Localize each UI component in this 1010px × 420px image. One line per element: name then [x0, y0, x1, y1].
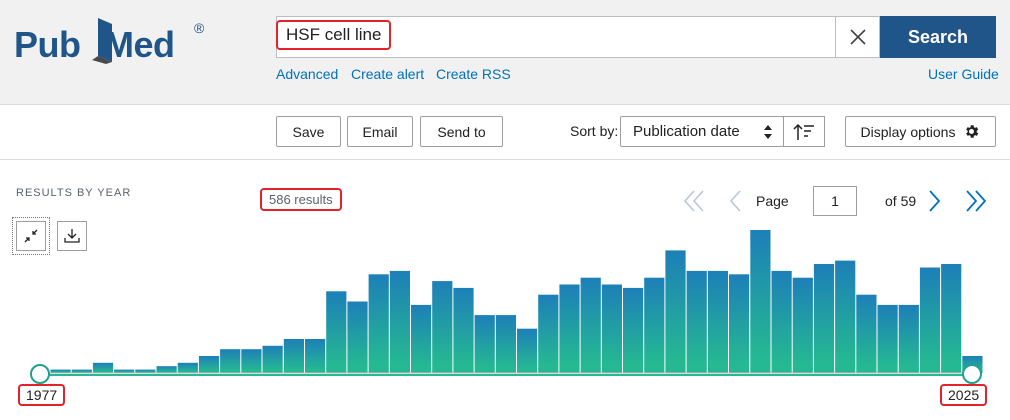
chart-bars — [50, 230, 983, 374]
year-bar[interactable] — [644, 277, 665, 373]
email-button[interactable]: Email — [347, 116, 413, 147]
year-bar[interactable] — [750, 230, 771, 373]
pubmed-logo[interactable]: Pub Med ® — [14, 14, 204, 70]
year-bar[interactable] — [623, 287, 644, 373]
year-bar[interactable] — [92, 362, 114, 373]
year-bar[interactable] — [50, 369, 71, 373]
advanced-link[interactable]: Advanced — [276, 66, 338, 82]
year-bar[interactable] — [517, 328, 538, 373]
page-total: of 59 — [885, 193, 917, 209]
user-guide-link[interactable]: User Guide — [928, 66, 999, 82]
year-bar[interactable] — [347, 301, 368, 374]
year-bar[interactable] — [241, 349, 262, 373]
year-bar[interactable] — [665, 250, 686, 373]
year-bar[interactable] — [177, 362, 198, 373]
send-to-button[interactable]: Send to — [420, 116, 503, 147]
year-bar[interactable] — [389, 270, 410, 373]
select-arrows-icon — [764, 125, 772, 139]
year-bar[interactable] — [453, 287, 474, 373]
year-bar[interactable] — [305, 339, 326, 373]
page-label: Page — [756, 193, 789, 209]
sort-by-value: Publication date — [633, 123, 740, 140]
year-bar[interactable] — [771, 270, 792, 373]
year-bar[interactable] — [601, 284, 622, 374]
year-bar[interactable] — [919, 267, 941, 374]
year-bar[interactable] — [474, 315, 495, 373]
clear-search-button[interactable] — [836, 16, 880, 58]
year-bar[interactable] — [559, 284, 580, 374]
year-bar[interactable] — [856, 294, 877, 373]
year-bar[interactable] — [220, 349, 241, 373]
sort-by-label: Sort by: — [570, 123, 619, 139]
display-options-label: Display options — [860, 123, 956, 140]
range-end-handle[interactable] — [962, 364, 982, 384]
year-bar[interactable] — [495, 315, 516, 373]
range-start-year: 1977 — [17, 384, 66, 406]
save-button[interactable]: Save — [276, 116, 341, 147]
year-bar[interactable] — [729, 274, 750, 373]
logo-pub-text: Pub — [14, 24, 81, 65]
display-options-button[interactable]: Display options — [845, 116, 996, 147]
logo-med-text: Med — [104, 24, 175, 65]
gear-icon — [966, 125, 979, 138]
year-bar[interactable] — [835, 260, 856, 373]
year-bar[interactable] — [707, 270, 728, 373]
year-bar[interactable] — [941, 264, 962, 373]
results-count: 586 results — [260, 188, 342, 211]
year-bar[interactable] — [156, 366, 177, 373]
year-bar[interactable] — [411, 304, 432, 373]
year-bar[interactable] — [198, 356, 220, 373]
page-number-input[interactable]: 1 — [813, 186, 857, 216]
year-bar[interactable] — [283, 339, 304, 373]
last-page-icon[interactable] — [964, 189, 988, 213]
year-bar[interactable] — [877, 304, 898, 373]
header-band: Pub Med ® HSF cell line Search Advanced … — [0, 0, 1010, 105]
year-bar[interactable] — [792, 277, 813, 373]
year-bar[interactable] — [71, 369, 92, 373]
create-rss-link[interactable]: Create RSS — [436, 66, 511, 82]
results-by-year-chart — [30, 230, 983, 384]
sort-order-icon — [793, 123, 814, 140]
results-by-year-title: RESULTS BY YEAR — [16, 187, 132, 199]
close-icon — [849, 29, 866, 45]
sort-order-button[interactable] — [783, 116, 825, 147]
year-bar[interactable] — [114, 369, 135, 373]
year-bar[interactable] — [538, 294, 559, 373]
year-bar[interactable] — [686, 270, 707, 373]
year-bar[interactable] — [580, 277, 601, 373]
create-alert-link[interactable]: Create alert — [351, 66, 424, 82]
range-end-year: 2025 — [939, 384, 988, 406]
next-page-icon[interactable] — [928, 189, 942, 213]
year-bar[interactable] — [813, 264, 835, 373]
toolbar-divider — [0, 159, 1010, 160]
range-start-handle[interactable] — [30, 364, 50, 384]
search-query-text[interactable]: HSF cell line — [275, 20, 392, 50]
search-button[interactable]: Search — [880, 16, 996, 58]
year-bar[interactable] — [898, 304, 919, 373]
first-page-icon[interactable] — [683, 189, 705, 213]
year-bar[interactable] — [368, 274, 389, 373]
year-bar[interactable] — [432, 281, 453, 373]
year-bar[interactable] — [326, 291, 347, 373]
year-bar[interactable] — [135, 369, 156, 373]
previous-page-icon[interactable] — [728, 189, 742, 213]
year-bar[interactable] — [262, 345, 283, 373]
logo-registered-mark: ® — [194, 20, 205, 36]
sort-by-select[interactable]: Publication date — [620, 116, 784, 147]
